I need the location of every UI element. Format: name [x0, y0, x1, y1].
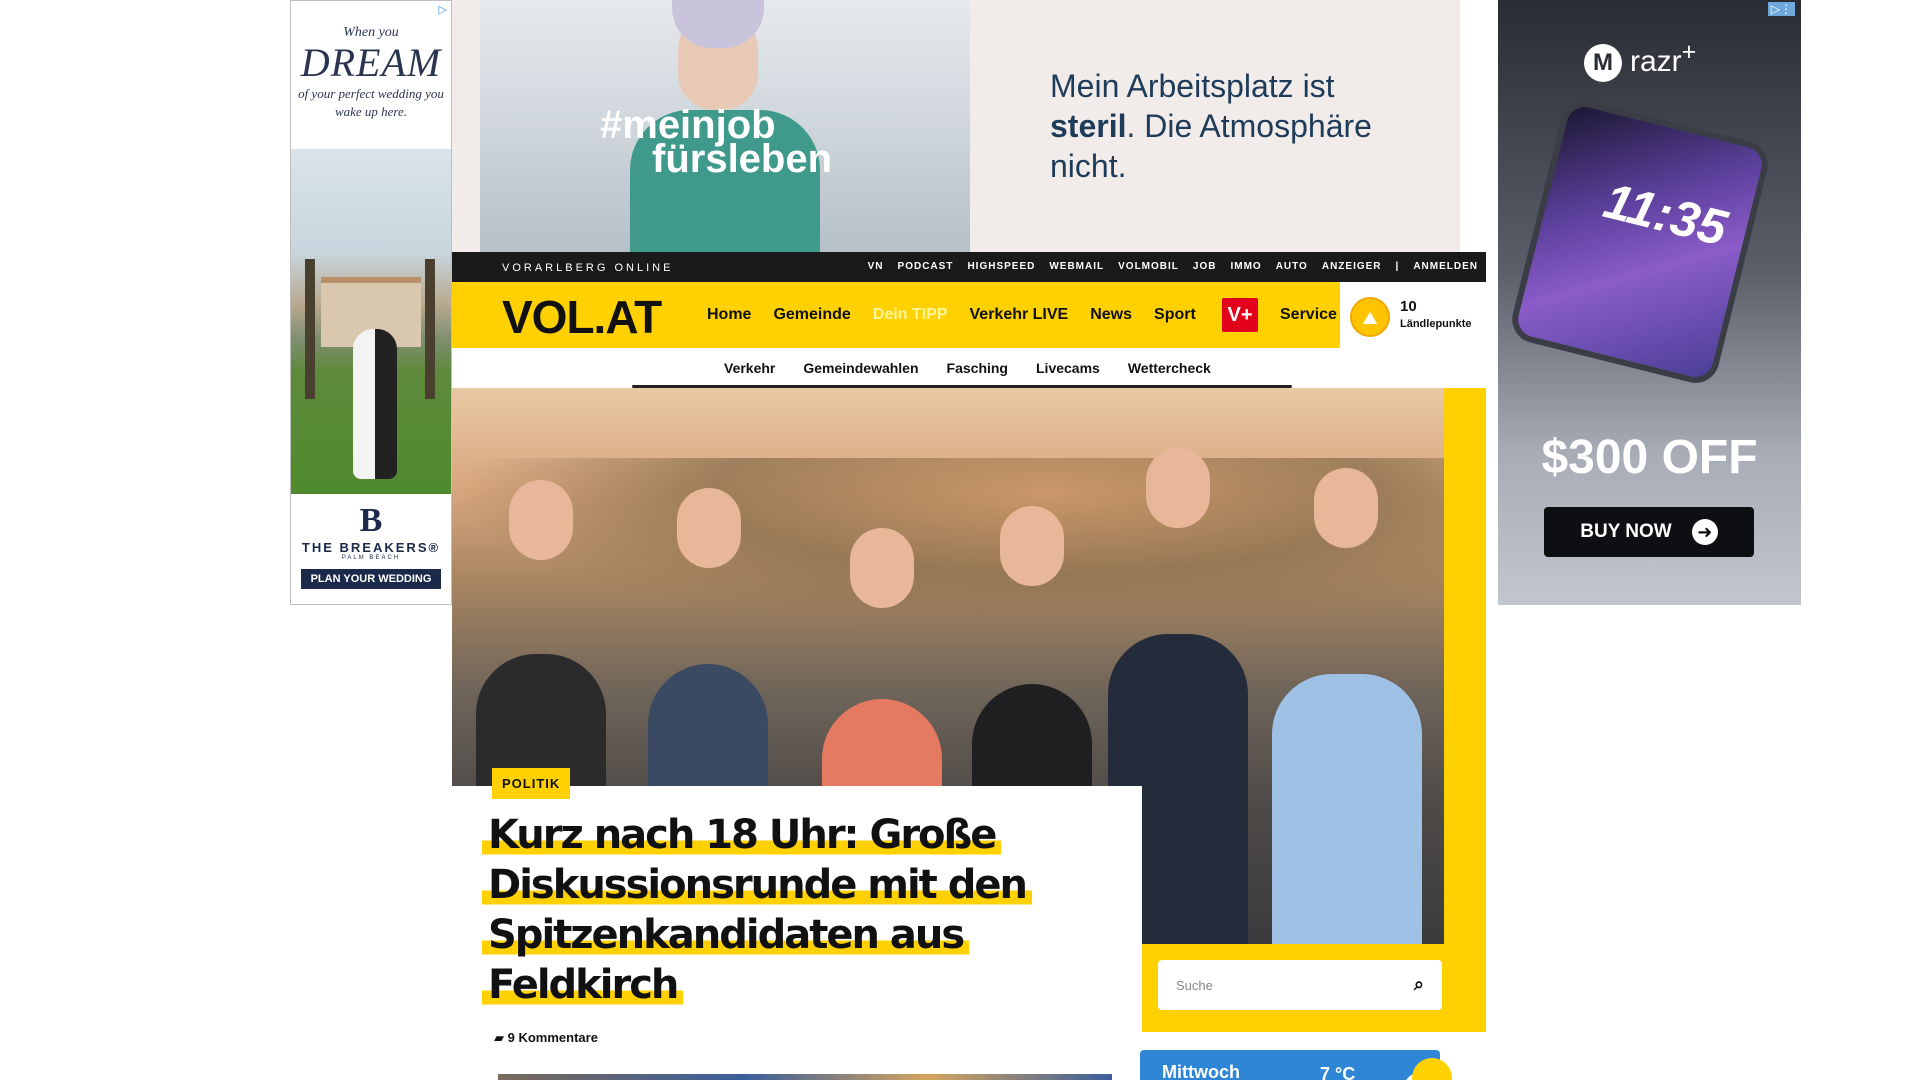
toplink-separator: |	[1395, 261, 1400, 272]
weather-temp: 7 °C	[1320, 1064, 1356, 1080]
weather-day: Mittwoch	[1162, 1062, 1240, 1080]
ad-brand-sub: PALM BEACH	[341, 555, 401, 561]
nav-sport[interactable]: Sport	[1154, 306, 1196, 324]
buy-now-label: BUY NOW	[1580, 521, 1672, 542]
headline-line: Feldkirch	[482, 962, 684, 1008]
person	[1272, 674, 1422, 944]
ad-copy-a: Mein Arbeitsplatz ist	[1050, 68, 1335, 104]
job-banner-ad[interactable]: #meinjob fürsleben Mein Arbeitsplatz ist…	[452, 0, 1460, 252]
subnav-verkehr[interactable]: Verkehr	[724, 360, 775, 376]
toplink-podcast[interactable]: PODCAST	[898, 261, 954, 272]
wedding-couple	[353, 329, 397, 479]
toplink-volmobil[interactable]: VOLMOBIL	[1118, 261, 1179, 272]
ad-hashtag-line2: fürsleben	[652, 137, 833, 181]
top-bar: VORARLBERG ONLINE VN PODCAST HIGHSPEED W…	[452, 252, 1486, 282]
face	[1146, 448, 1210, 528]
headline-line: Kurz nach 18 Uhr: Große	[482, 812, 1002, 858]
laendlepunkte-widget[interactable]: ⛰ 10 Ländlepunkte	[1340, 282, 1486, 348]
site-logo[interactable]: VOL.AT	[502, 290, 662, 344]
razr-name: razr	[1630, 45, 1682, 78]
comment-icon: ▰	[494, 1030, 504, 1045]
search-icon[interactable]: ⌕	[1414, 974, 1424, 995]
next-article-image[interactable]	[498, 1074, 1112, 1080]
hero-article[interactable]: POLITIK Kurz nach 18 Uhr: Große Diskussi…	[452, 388, 1486, 1045]
headline-line: Diskussionsrunde mit den	[482, 862, 1032, 908]
offer-text: $300 OFF	[1541, 431, 1758, 484]
ad-tagline-line3: of your perfect wedding you wake up here…	[298, 86, 444, 119]
face	[1314, 468, 1378, 548]
comments-count: 9 Kommentare	[507, 1030, 598, 1045]
category-badge[interactable]: POLITIK	[492, 768, 571, 799]
ad-tagline: When you DREAM of your perfect wedding y…	[291, 1, 451, 149]
search-box[interactable]: Suche ⌕	[1158, 960, 1442, 1010]
toplink-highspeed[interactable]: HIGHSPEED	[967, 261, 1035, 272]
toplink-auto[interactable]: AUTO	[1276, 261, 1308, 272]
vplus-button[interactable]: V+	[1222, 298, 1258, 332]
motorola-brand: Mrazr+	[1584, 38, 1697, 83]
nav-dein-tipp[interactable]: Dein TIPP	[873, 306, 948, 324]
buy-now-button[interactable]: BUY NOW ➜	[1544, 507, 1754, 557]
palm-tree	[305, 259, 315, 399]
ad-copy: Mein Arbeitsplatz ist steril. Die Atmosph…	[1050, 66, 1430, 186]
headline-line: Spitzenkandidaten aus	[482, 912, 970, 958]
nav-gemeinde[interactable]: Gemeinde	[773, 306, 850, 324]
toplink-vn[interactable]: VN	[868, 261, 884, 272]
phone-image: 11:35	[1507, 96, 1773, 388]
points-value: 10	[1400, 298, 1417, 315]
palm-tree	[425, 259, 435, 399]
wedding-ad[interactable]: ▷ When you DREAM of your perfect wedding…	[290, 0, 452, 605]
arrow-right-icon: ➜	[1691, 519, 1718, 545]
subnav-wettercheck[interactable]: Wettercheck	[1128, 360, 1211, 376]
adchoices-icon[interactable]: ▷	[439, 3, 447, 16]
ad-nurse-photo: #meinjob fürsleben	[480, 0, 970, 252]
nav-verkehr-live[interactable]: Verkehr LIVE	[970, 306, 1069, 324]
sub-nav: Verkehr Gemeindewahlen Fasching Livecams…	[452, 348, 1486, 388]
ad-wedding-photo	[291, 149, 451, 494]
ad-brand-name: THE BREAKERS®	[301, 540, 441, 555]
sub-nav-items: Verkehr Gemeindewahlen Fasching Livecams…	[724, 360, 1211, 376]
nav-service[interactable]: Service	[1280, 306, 1337, 324]
razr-plus: +	[1681, 38, 1697, 66]
face	[677, 488, 741, 568]
mountain-coin-icon: ⛰	[1350, 297, 1390, 337]
subnav-gemeindewahlen[interactable]: Gemeindewahlen	[803, 360, 918, 376]
motorola-logo-icon: M	[1584, 44, 1622, 83]
ad-tagline-dream: DREAM	[300, 40, 442, 85]
toplink-anzeiger[interactable]: ANZEIGER	[1322, 261, 1382, 272]
face	[509, 480, 573, 560]
ad-hashtag: #meinjob fürsleben	[600, 105, 833, 181]
search-input[interactable]: Suche	[1176, 978, 1213, 993]
points-label: Ländlepunkte	[1400, 318, 1472, 330]
ad-brand-block: B THE BREAKERS® PALM BEACH PLAN YOUR WED…	[291, 494, 451, 604]
comments-link[interactable]: ▰ 9 Kommentare	[494, 1030, 598, 1046]
town-background	[452, 458, 1444, 638]
ad-copy-bold: steril	[1050, 108, 1127, 144]
phone-clock: 11:35	[1598, 172, 1733, 257]
subnav-livecams[interactable]: Livecams	[1036, 360, 1100, 376]
face	[1000, 506, 1064, 586]
face	[850, 528, 914, 608]
subnav-fasching[interactable]: Fasching	[947, 360, 1008, 376]
nav-home[interactable]: Home	[707, 306, 751, 324]
main-nav: VOL.AT Home Gemeinde Dein TIPP Verkehr L…	[452, 282, 1486, 348]
toplink-immo[interactable]: IMMO	[1230, 261, 1261, 272]
breakers-logo: B	[359, 502, 383, 539]
toplink-webmail[interactable]: WEBMAIL	[1049, 261, 1104, 272]
adchoices-icon[interactable]: ▷⋮	[1767, 2, 1795, 16]
razr-ad[interactable]: ▷⋮ Mrazr+ 11:35 $300 OFF BUY NOW ➜	[1498, 0, 1801, 605]
login-link[interactable]: ANMELDEN	[1413, 261, 1478, 272]
main-nav-items: Home Gemeinde Dein TIPP Verkehr LIVE New…	[707, 306, 1196, 324]
toplink-job[interactable]: JOB	[1193, 261, 1217, 272]
weather-widget[interactable]: Mittwoch 7 °C	[1140, 1050, 1452, 1080]
plan-wedding-button[interactable]: PLAN YOUR WEDDING	[300, 569, 442, 589]
top-links: VN PODCAST HIGHSPEED WEBMAIL VOLMOBIL JO…	[868, 261, 1478, 272]
article-headline[interactable]: Kurz nach 18 Uhr: Große Diskussionsrunde…	[482, 810, 1042, 1010]
site-name: VORARLBERG ONLINE	[502, 262, 674, 274]
sun-cloud-icon	[1412, 1058, 1452, 1080]
ad-tagline-line1: When you	[343, 25, 399, 40]
nav-news[interactable]: News	[1090, 306, 1132, 324]
